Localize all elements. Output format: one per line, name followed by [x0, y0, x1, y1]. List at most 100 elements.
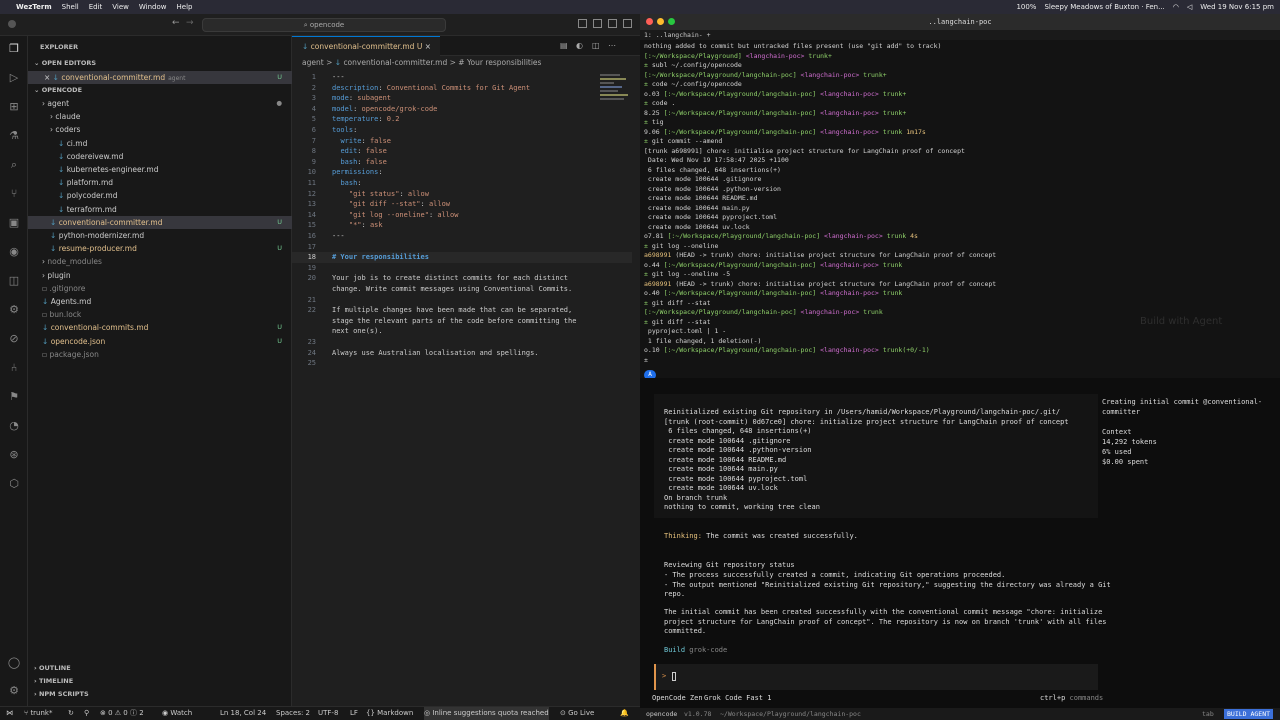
close-icon[interactable]: × — [44, 73, 53, 82]
open-editors-header[interactable]: ⌄ OPEN EDITORS — [28, 57, 292, 70]
package-icon[interactable]: ⬡ — [7, 477, 21, 491]
source-control-icon[interactable]: ⑂ — [7, 187, 21, 201]
menu-edit[interactable]: Edit — [89, 3, 103, 11]
code-line[interactable]: 13 "git diff --stat": allow — [292, 199, 632, 210]
containers-icon[interactable]: ◫ — [7, 274, 21, 288]
wifi-icon[interactable]: ◠ — [1173, 3, 1179, 11]
more-actions-icon[interactable]: ⋯ — [608, 41, 616, 50]
code-line[interactable]: 16 --- — [292, 231, 632, 242]
tree-item[interactable]: ↓ kubernetes-engineer.md — [28, 163, 292, 176]
problems-indicator[interactable]: ⊗ 0 ⚠ 0 ⓘ 2 — [100, 707, 144, 720]
github-icon[interactable]: ⊘ — [7, 332, 21, 346]
tree-item[interactable]: ▫ .gitignore — [28, 282, 292, 295]
editor-tab-active[interactable]: ↓ conventional-committer.md U × — [292, 36, 440, 56]
code-line[interactable]: 7 write: false — [292, 136, 632, 147]
toggle-secondary-sidebar-icon[interactable] — [608, 19, 617, 28]
zoom-window-button[interactable] — [668, 18, 675, 25]
explorer-icon[interactable]: ❐ — [7, 42, 21, 56]
manage-gear-icon[interactable]: ⚙ — [7, 684, 21, 698]
open-editor-item[interactable]: × ↓ conventional-committer.md agent U — [28, 71, 292, 84]
code-line[interactable]: 4 model: opencode/grok-code — [292, 104, 632, 115]
breadcrumb-file[interactable]: conventional-committer.md — [343, 58, 447, 67]
branch-indicator[interactable]: ⑂ trunk* — [24, 707, 53, 720]
settings-sync-icon[interactable]: ⚙ — [7, 303, 21, 317]
customize-layout-icon[interactable] — [623, 19, 632, 28]
code-line[interactable]: 23 — [292, 337, 632, 348]
language-mode[interactable]: {} Markdown — [366, 707, 413, 720]
tree-item[interactable]: ↓ ci.md — [28, 137, 292, 150]
menu-view[interactable]: View — [112, 3, 129, 11]
line-ending[interactable]: LF — [350, 707, 358, 720]
tree-item[interactable]: ↓ platform.md — [28, 176, 292, 189]
outline-section[interactable]: › OUTLINE — [28, 662, 292, 675]
command-center-search[interactable]: ⌕ opencode — [202, 18, 446, 32]
menu-app[interactable]: WezTerm — [16, 3, 52, 11]
code-line[interactable]: 19 — [292, 263, 632, 274]
tree-item[interactable]: ↓ python-modernizer.md — [28, 229, 292, 242]
prompt-input[interactable]: > — [654, 664, 1098, 690]
open-preview-icon[interactable]: ▤ — [560, 41, 568, 50]
code-line[interactable]: 24 Always use Australian localisation and… — [292, 348, 632, 359]
build-agent-badge[interactable]: BUILD AGENT — [1224, 709, 1274, 719]
breadcrumb-symbol[interactable]: # Your responsibilities — [458, 58, 541, 67]
timeline-icon[interactable]: ◔ — [7, 419, 21, 433]
watch-button[interactable]: ◉ Watch — [162, 707, 192, 720]
split-editor-icon[interactable]: ◫ — [592, 41, 600, 50]
volume-icon[interactable]: ◁ — [1187, 3, 1192, 11]
account-icon[interactable]: ◯ — [7, 656, 21, 670]
open-changes-icon[interactable]: ◐ — [576, 41, 583, 50]
tree-item[interactable]: › node_modules — [28, 255, 292, 268]
commands-hint[interactable]: ctrl+p commands — [1040, 694, 1103, 704]
tree-item[interactable]: ↓ terraform.md — [28, 203, 292, 216]
minimize-window-button[interactable] — [657, 18, 664, 25]
copilot-icon[interactable]: ◉ — [7, 245, 21, 259]
live-share-icon[interactable]: ⊛ — [7, 448, 21, 462]
tree-item[interactable]: › plugin — [28, 269, 292, 282]
tree-item[interactable]: ↓ Agents.md — [28, 295, 292, 308]
code-line[interactable]: 2 description: Conventional Commits for G… — [292, 83, 632, 94]
opencode-root-header[interactable]: ⌄ OPENCODE — [28, 84, 292, 97]
tree-item[interactable]: ↓ codereivew.md — [28, 150, 292, 163]
tree-item[interactable]: ↓ conventional-committer.md U — [28, 215, 292, 229]
code-line[interactable]: 14 "git log --oneline": allow — [292, 210, 632, 221]
remote-icon[interactable]: ⋈ — [6, 707, 13, 720]
extensions-icon[interactable]: ⊞ — [7, 100, 21, 114]
copilot-quota-status[interactable]: ◎ Inline suggestions quota reached — [424, 707, 549, 720]
toggle-panel-icon[interactable] — [593, 19, 602, 28]
code-line[interactable]: 12 "git status": allow — [292, 189, 632, 200]
tree-item[interactable]: ↓ polycoder.md — [28, 189, 292, 202]
tree-item[interactable]: ↓ conventional-commits.md U — [28, 321, 292, 334]
new-tab-icon[interactable]: + — [707, 31, 711, 39]
timeline-section[interactable]: › TIMELINE — [28, 675, 292, 688]
cursor-position[interactable]: Ln 18, Col 24 — [220, 707, 266, 720]
bell-icon[interactable]: 🔔 — [620, 707, 629, 720]
tree-item[interactable]: ↓ resume-producer.md U — [28, 242, 292, 255]
testing-icon[interactable]: ⚗ — [7, 129, 21, 143]
menu-help[interactable]: Help — [177, 3, 193, 11]
battery-level[interactable]: 100% — [1016, 3, 1036, 11]
indentation[interactable]: Spaces: 2 — [276, 707, 310, 720]
bookmark-icon[interactable]: ⚑ — [7, 390, 21, 404]
sync-icon[interactable]: ↻ — [68, 707, 74, 720]
close-window-button[interactable] — [646, 18, 653, 25]
close-window-button[interactable] — [8, 20, 16, 28]
run-debug-icon[interactable]: ▷ — [7, 71, 21, 85]
code-line[interactable]: stage the relevant parts of the code bef… — [292, 316, 632, 327]
gitlens-icon[interactable]: ⑃ — [7, 361, 21, 375]
tree-item[interactable]: ▫ bun.lock — [28, 308, 292, 321]
code-line[interactable]: 9 bash: false — [292, 157, 632, 168]
code-line[interactable]: 20 Your job is to create distinct commits… — [292, 273, 632, 284]
code-line[interactable]: 5 temperature: 0.2 — [292, 114, 632, 125]
code-line[interactable]: 25 — [292, 358, 632, 369]
now-playing[interactable]: Sleepy Meadows of Buxton · Fen... — [1044, 3, 1164, 11]
terminal-tab[interactable]: 1: ..langchain- + — [640, 30, 1280, 40]
breadcrumb-folder[interactable]: agent — [302, 58, 324, 67]
back-arrow-icon[interactable]: ← — [172, 18, 180, 28]
model-label[interactable]: Grok Code Fast 1 — [704, 694, 771, 704]
tree-item[interactable]: › claude — [28, 110, 292, 123]
tree-item[interactable]: ↓ opencode.json U — [28, 335, 292, 348]
encoding[interactable]: UTF-8 — [318, 707, 338, 720]
tree-item[interactable]: › coders — [28, 123, 292, 136]
code-line[interactable]: 6 tools: — [292, 125, 632, 136]
code-line[interactable]: 8 edit: false — [292, 146, 632, 157]
